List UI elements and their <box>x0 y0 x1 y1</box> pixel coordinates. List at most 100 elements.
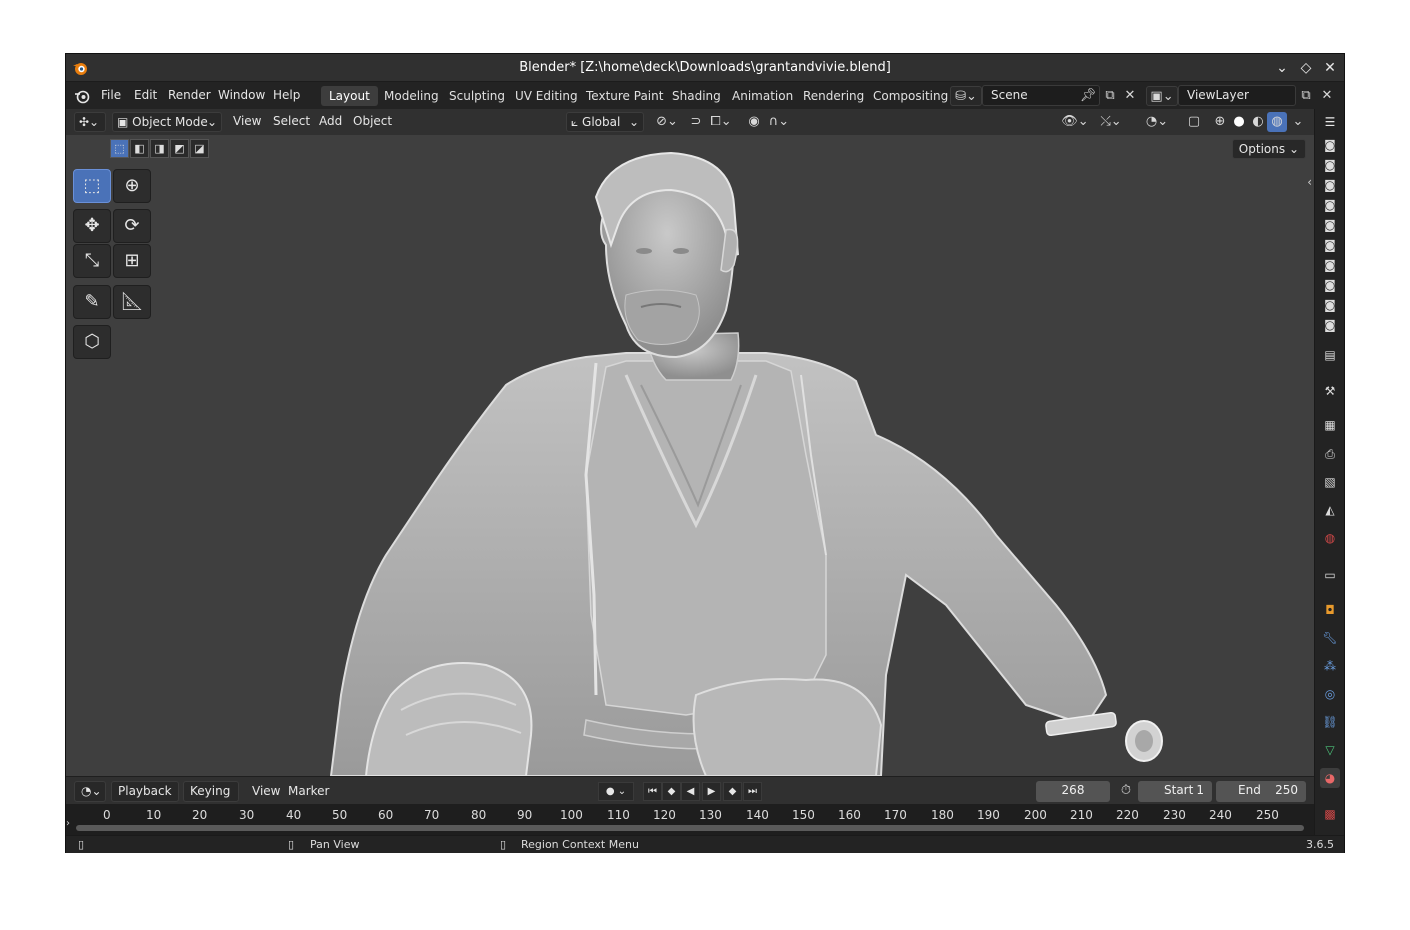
camera-render-icon[interactable]: ◙ <box>1320 215 1340 235</box>
tab-layout[interactable]: Layout <box>321 86 378 106</box>
camera-render-icon[interactable]: ◙ <box>1320 155 1340 175</box>
object-properties-icon[interactable]: ◘ <box>1320 600 1340 620</box>
scene-selector-icon[interactable]: ⛁⌄ <box>950 86 982 106</box>
header-menu-select[interactable]: Select <box>273 114 310 128</box>
outliner-icon[interactable]: ☰ <box>1320 112 1340 132</box>
blender-menu-icon[interactable] <box>74 88 90 104</box>
timeline-menu-marker[interactable]: Marker <box>288 784 329 798</box>
add-cube-tool-icon[interactable]: ⬡ <box>73 325 111 359</box>
end-frame-field[interactable]: End 250 <box>1216 781 1306 802</box>
view-layer-properties-icon[interactable]: ▧ <box>1320 472 1340 492</box>
camera-render-icon[interactable]: ◙ <box>1320 315 1340 335</box>
pin-icon[interactable]: 📌︎ <box>1078 86 1098 106</box>
camera-render-icon[interactable]: ◙ <box>1320 135 1340 155</box>
output-properties-icon[interactable]: ⎙ <box>1320 444 1340 464</box>
view-layer-selector-icon[interactable]: ▣⌄ <box>1146 86 1178 106</box>
menu-edit[interactable]: Edit <box>134 88 157 102</box>
scene-properties-icon[interactable]: ◭ <box>1320 500 1340 520</box>
play-icon[interactable]: ▶ <box>702 782 721 801</box>
texture-properties-icon[interactable]: ▩ <box>1320 804 1340 824</box>
annotate-tool-icon[interactable]: ✎ <box>73 285 111 319</box>
shading-options-icon[interactable]: ⌄ <box>1288 112 1308 132</box>
options-dropdown[interactable]: Options ⌄ <box>1231 139 1306 159</box>
material-properties-icon[interactable]: ◕ <box>1320 768 1340 788</box>
diamond-icon[interactable]: ◇ <box>1296 58 1316 78</box>
camera-render-icon[interactable]: ◙ <box>1320 255 1340 275</box>
properties-toggle-icon[interactable]: ▤ <box>1320 345 1340 365</box>
measure-tool-icon[interactable]: 📐︎ <box>113 285 151 319</box>
prev-keyframe-icon[interactable]: ◆ <box>662 782 681 801</box>
snap-target-icon[interactable]: ⧠⌄ <box>706 112 736 132</box>
particles-properties-icon[interactable]: ⁂ <box>1320 656 1340 676</box>
timeline-editor-icon[interactable]: ◔⌄ <box>74 781 106 802</box>
camera-render-icon[interactable]: ◙ <box>1320 195 1340 215</box>
menu-help[interactable]: Help <box>273 88 300 102</box>
camera-render-icon[interactable]: ◙ <box>1320 235 1340 255</box>
select-invert-icon[interactable]: ◩ <box>170 139 189 158</box>
menu-render[interactable]: Render <box>168 88 211 102</box>
keying-dropdown[interactable]: Keying ⌄ <box>183 781 239 817</box>
select-intersect-icon[interactable]: ◪ <box>190 139 209 158</box>
sidebar-toggle-icon[interactable]: ‹ <box>1307 175 1312 189</box>
camera-render-icon[interactable]: ◙ <box>1320 275 1340 295</box>
next-keyframe-icon[interactable]: ◆ <box>723 782 742 801</box>
stopwatch-icon[interactable]: ⏱ <box>1116 781 1136 801</box>
play-reverse-icon[interactable]: ◀ <box>681 782 700 801</box>
start-frame-field[interactable]: Start 1 <box>1138 781 1212 802</box>
select-subtract-icon[interactable]: ◨ <box>150 139 169 158</box>
view-layer-field[interactable]: ViewLayer <box>1178 85 1296 106</box>
editor-type-icon[interactable]: ✣⌄ <box>74 112 106 132</box>
camera-render-icon[interactable]: ◙ <box>1320 295 1340 315</box>
delete-view-layer-icon[interactable]: ✕ <box>1317 86 1337 106</box>
mode-dropdown[interactable]: ▣ Object Mode ⌄ <box>112 112 222 132</box>
data-properties-icon[interactable]: ▽ <box>1320 740 1340 760</box>
solid-shading-icon[interactable]: ● <box>1229 112 1249 132</box>
delete-scene-icon[interactable]: ✕ <box>1120 86 1140 106</box>
tab-shading[interactable]: Shading <box>664 86 729 106</box>
overlays-icon[interactable]: ◔⌄ <box>1141 112 1173 132</box>
chevron-down-icon[interactable]: ⌄ <box>1272 58 1292 78</box>
world-properties-icon[interactable]: ◍ <box>1320 528 1340 548</box>
header-menu-add[interactable]: Add <box>319 114 342 128</box>
select-new-icon[interactable]: ⬚ <box>110 139 129 158</box>
select-box-tool-icon[interactable]: ⬚ <box>73 169 111 203</box>
current-frame-field[interactable]: 268 <box>1036 781 1110 802</box>
tab-modeling[interactable]: Modeling <box>376 86 447 106</box>
move-tool-icon[interactable]: ✥ <box>73 209 111 243</box>
select-extend-icon[interactable]: ◧ <box>130 139 149 158</box>
jump-start-icon[interactable]: ⏮ <box>643 782 662 801</box>
cursor-tool-icon[interactable]: ⊕ <box>113 169 151 203</box>
snap-icon[interactable]: ⊃ <box>686 112 706 132</box>
visibility-icon[interactable]: 👁︎⌄ <box>1059 112 1091 132</box>
modifier-properties-icon[interactable]: 🔧︎ <box>1320 628 1340 648</box>
3d-viewport[interactable]: ⬚ ◧ ◨ ◩ ◪ Options ⌄ ‹ ⬚ ⊕ ✥ ⟳ ⤡ ⊞ ✎ 📐︎ ⬡ <box>66 135 1314 776</box>
record-keyframe-icon[interactable]: ● ⌄ <box>598 782 634 801</box>
xray-icon[interactable]: ▢ <box>1184 112 1204 132</box>
character-model[interactable] <box>66 135 1314 776</box>
tab-rendering[interactable]: Rendering <box>795 86 872 106</box>
falloff-icon[interactable]: ∩⌄ <box>764 112 794 132</box>
proportional-editing-icon[interactable]: ◉ <box>744 112 764 132</box>
physics-properties-icon[interactable]: ◎ <box>1320 684 1340 704</box>
header-menu-view[interactable]: View <box>233 114 261 128</box>
rotate-tool-icon[interactable]: ⟳ <box>113 209 151 243</box>
material-shading-icon[interactable]: ◐ <box>1248 112 1268 132</box>
camera-render-icon[interactable]: ◙ <box>1320 175 1340 195</box>
header-menu-object[interactable]: Object <box>353 114 392 128</box>
new-scene-icon[interactable]: ⧉ <box>1100 86 1120 106</box>
frame-ruler[interactable]: › 0 10 20 30 40 50 60 70 80 90 100 110 1… <box>66 804 1314 836</box>
tab-animation[interactable]: Animation <box>724 86 801 106</box>
transform-tool-icon[interactable]: ⊞ <box>113 244 151 278</box>
tab-texture-paint[interactable]: Texture Paint <box>578 86 671 106</box>
playback-dropdown[interactable]: Playback ⌄ <box>111 781 179 817</box>
timeline-menu-view[interactable]: View <box>252 784 280 798</box>
collection-properties-icon[interactable]: ▭ <box>1320 565 1340 585</box>
wireframe-shading-icon[interactable]: ⊕ <box>1210 112 1230 132</box>
scale-tool-icon[interactable]: ⤡ <box>73 244 111 278</box>
close-icon[interactable]: ✕ <box>1320 58 1340 78</box>
tool-properties-icon[interactable]: ⚒ <box>1320 381 1340 401</box>
gizmo-icon[interactable]: ⤯⌄ <box>1095 112 1127 132</box>
rendered-shading-icon[interactable]: ◍ <box>1267 112 1287 132</box>
constraints-properties-icon[interactable]: ⛓ <box>1320 712 1340 732</box>
transform-orientation-dropdown[interactable]: ⟀ Global ⌄ <box>566 112 644 132</box>
